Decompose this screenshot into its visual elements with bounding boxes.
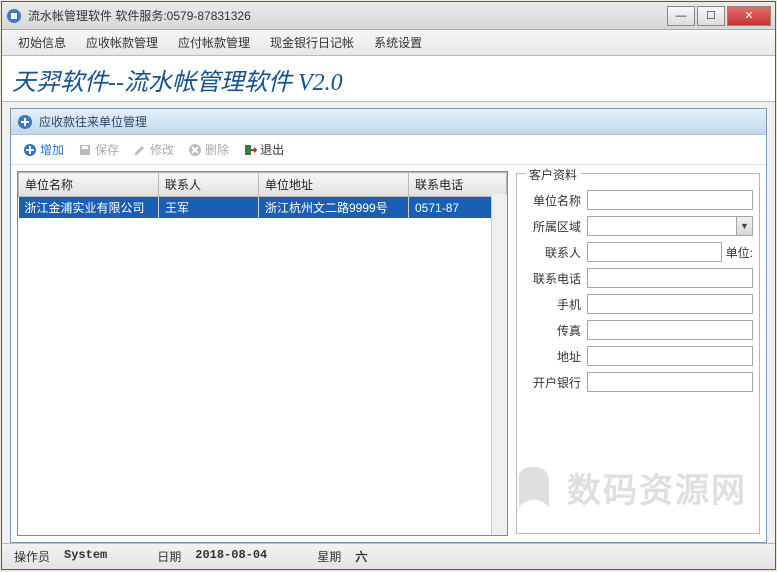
add-button[interactable]: 增加 [17, 138, 70, 161]
menubar: 初始信息 应收帐款管理 应付帐款管理 现金银行日记帐 系统设置 [2, 30, 775, 56]
status-operator-value: System [64, 548, 107, 565]
window-buttons: — ☐ ✕ [667, 6, 771, 26]
label-unit-trail: 单位: [726, 244, 753, 261]
label-contact: 联系人 [523, 244, 581, 261]
input-phone[interactable] [587, 268, 753, 288]
status-date-label: 日期 [157, 548, 181, 565]
grid-wrap: 单位名称 联系人 单位地址 联系电话 浙江金浦实业有限公司 王军 浙江杭州文二路… [11, 165, 514, 542]
label-unit-name: 单位名称 [523, 192, 581, 209]
save-button[interactable]: 保存 [72, 138, 125, 161]
menu-payable[interactable]: 应付帐款管理 [168, 30, 260, 55]
input-bank[interactable] [587, 372, 753, 392]
status-date-value: 2018-08-04 [195, 548, 267, 565]
input-region[interactable]: ▼ [587, 216, 753, 236]
titlebar: 流水帐管理软件 软件服务:0579-87831326 — ☐ ✕ [2, 2, 775, 30]
input-contact[interactable] [587, 242, 722, 262]
main-window: 流水帐管理软件 软件服务:0579-87831326 — ☐ ✕ 初始信息 应收… [1, 1, 776, 570]
cell-contact: 王军 [159, 197, 259, 219]
customer-fieldset: 客户资料 单位名称 所属区域 ▼ [516, 173, 760, 534]
exit-button[interactable]: 退出 [237, 138, 290, 161]
edit-icon [133, 143, 147, 157]
input-address[interactable] [587, 346, 753, 366]
col-contact[interactable]: 联系人 [159, 173, 259, 197]
chevron-down-icon[interactable]: ▼ [736, 217, 752, 235]
subwindow-icon [17, 114, 33, 130]
col-phone[interactable]: 联系电话 [409, 173, 507, 197]
plus-icon [23, 143, 37, 157]
maximize-button[interactable]: ☐ [697, 6, 725, 26]
input-unit-name[interactable] [587, 190, 753, 210]
grid-scrollbar[interactable] [491, 194, 507, 535]
label-mobile: 手机 [523, 296, 581, 313]
cell-unit-name: 浙江金浦实业有限公司 [19, 197, 159, 219]
subwindow-title: 应收款往来单位管理 [39, 113, 147, 130]
menu-cashbank[interactable]: 现金银行日记帐 [260, 30, 364, 55]
label-phone: 联系电话 [523, 270, 581, 287]
menu-receivable[interactable]: 应收帐款管理 [76, 30, 168, 55]
status-week-label: 星期 [317, 548, 341, 565]
label-region: 所属区域 [523, 218, 581, 235]
col-unit-name[interactable]: 单位名称 [19, 173, 159, 197]
delete-icon [188, 143, 202, 157]
status-week-value: 六 [355, 548, 367, 565]
label-fax: 传真 [523, 322, 581, 339]
app-title-banner: 天羿软件--流水帐管理软件 V2.0 [2, 56, 775, 102]
input-mobile[interactable] [587, 294, 753, 314]
save-icon [78, 143, 92, 157]
window-title: 流水帐管理软件 软件服务:0579-87831326 [28, 7, 667, 24]
body-split: 单位名称 联系人 单位地址 联系电话 浙江金浦实业有限公司 王军 浙江杭州文二路… [11, 165, 766, 542]
cell-address: 浙江杭州文二路9999号 [259, 197, 409, 219]
statusbar: 操作员 System 日期 2018-08-04 星期 六 [2, 543, 775, 569]
label-address: 地址 [523, 348, 581, 365]
menu-settings[interactable]: 系统设置 [364, 30, 432, 55]
menu-initial-info[interactable]: 初始信息 [8, 30, 76, 55]
minimize-button[interactable]: — [667, 6, 695, 26]
delete-button[interactable]: 删除 [182, 138, 235, 161]
col-address[interactable]: 单位地址 [259, 173, 409, 197]
status-operator-label: 操作员 [14, 548, 50, 565]
data-grid[interactable]: 单位名称 联系人 单位地址 联系电话 浙江金浦实业有限公司 王军 浙江杭州文二路… [17, 171, 508, 536]
label-bank: 开户银行 [523, 374, 581, 391]
close-button[interactable]: ✕ [727, 6, 771, 26]
table-row[interactable]: 浙江金浦实业有限公司 王军 浙江杭州文二路9999号 0571-87 [19, 197, 507, 219]
edit-button[interactable]: 修改 [127, 138, 180, 161]
subwindow: 应收款往来单位管理 增加 保存 修改 删除 [10, 108, 767, 543]
subwindow-titlebar: 应收款往来单位管理 [11, 109, 766, 135]
toolbar: 增加 保存 修改 删除 退出 [11, 135, 766, 165]
input-fax[interactable] [587, 320, 753, 340]
exit-icon [243, 143, 257, 157]
grid-header-row: 单位名称 联系人 单位地址 联系电话 [19, 173, 507, 197]
form-panel: 客户资料 单位名称 所属区域 ▼ [514, 165, 766, 542]
content-area: 应收款往来单位管理 增加 保存 修改 删除 [2, 102, 775, 543]
fieldset-legend: 客户资料 [525, 166, 581, 183]
app-icon [6, 8, 22, 24]
